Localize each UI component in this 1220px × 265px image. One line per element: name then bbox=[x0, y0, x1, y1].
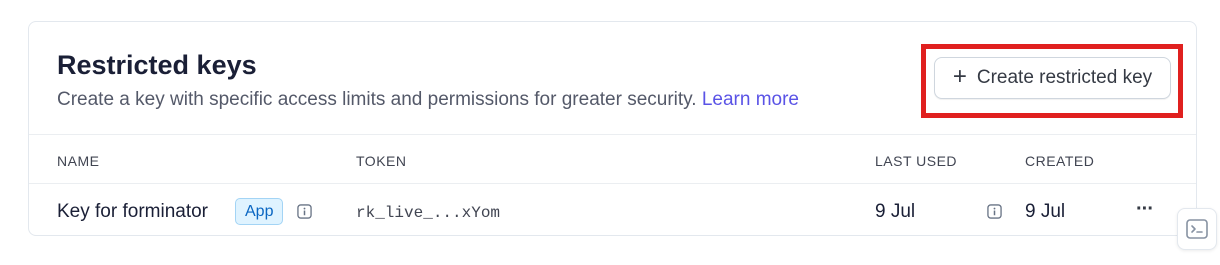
table-header-divider bbox=[29, 183, 1196, 184]
plus-icon: + bbox=[952, 63, 967, 90]
restricted-keys-card: Restricted keys Create a key with specif… bbox=[28, 21, 1197, 236]
terminal-icon bbox=[1186, 219, 1208, 239]
create-restricted-key-button[interactable]: + Create restricted key bbox=[934, 57, 1171, 99]
more-actions-icon[interactable]: ··· bbox=[1136, 198, 1154, 221]
created-value: 9 Jul bbox=[1025, 201, 1066, 222]
description-text: Create a key with specific access limits… bbox=[57, 89, 697, 110]
header-divider bbox=[29, 134, 1196, 135]
section-description: Create a key with specific access limits… bbox=[57, 89, 799, 111]
key-name[interactable]: Key for forminator bbox=[57, 201, 208, 223]
last-used-value: 9 Jul bbox=[875, 201, 916, 222]
token-value: rk_live_...xYom bbox=[356, 204, 501, 222]
column-header-token: TOKEN bbox=[356, 153, 407, 169]
section-title: Restricted keys bbox=[57, 50, 257, 80]
app-badge: App bbox=[235, 198, 284, 225]
info-icon[interactable] bbox=[297, 204, 312, 219]
last-used-info-icon[interactable] bbox=[987, 204, 1002, 219]
learn-more-link[interactable]: Learn more bbox=[702, 89, 799, 110]
terminal-button[interactable] bbox=[1177, 208, 1217, 250]
column-header-name: NAME bbox=[57, 153, 100, 169]
card-header: Restricted keys Create a key with specif… bbox=[29, 22, 1196, 134]
create-button-label: Create restricted key bbox=[976, 67, 1153, 88]
column-header-created: CREATED bbox=[1025, 153, 1095, 169]
column-header-last-used: LAST USED bbox=[875, 153, 958, 169]
